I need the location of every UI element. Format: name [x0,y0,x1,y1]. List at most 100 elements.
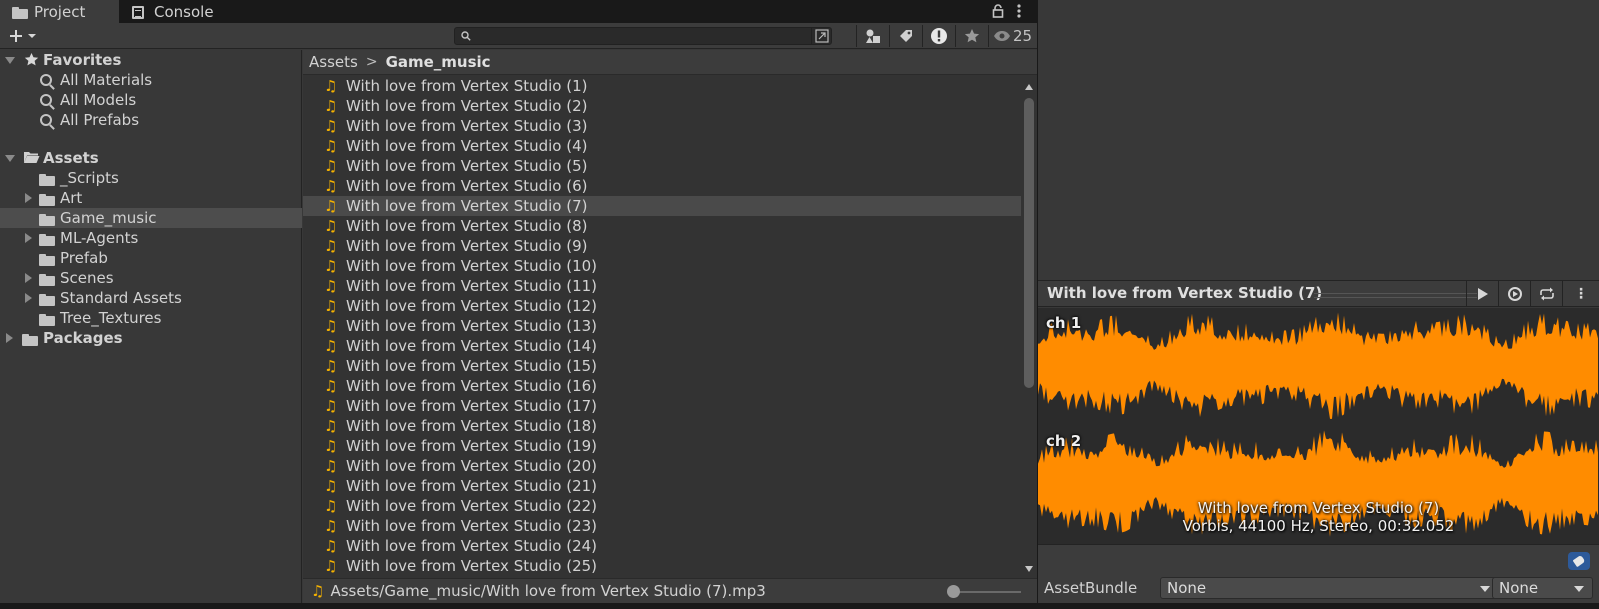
hidden-packages-toggle[interactable]: 25 [989,23,1035,49]
scroll-up-arrow-icon[interactable] [1025,84,1033,90]
audio-file-icon: ♫ [324,97,338,115]
filter-by-log-type-button[interactable] [923,23,955,49]
file-list-item[interactable]: ♫ With love from Vertex Studio (7) [303,196,1021,216]
filter-by-type-button[interactable] [857,23,889,49]
expand-arrow-icon[interactable] [5,57,15,64]
tab-project[interactable]: Project [0,0,119,23]
scroll-down-arrow-icon[interactable] [1025,566,1033,572]
breadcrumb-current[interactable]: Game_music [386,53,491,71]
plus-icon [10,30,36,42]
search-by-type-button[interactable] [811,27,831,45]
search-input[interactable] [454,27,832,45]
file-name: With love from Vertex Studio (4) [346,137,588,155]
file-name: With love from Vertex Studio (11) [346,277,598,295]
file-list-item[interactable]: ♫ With love from Vertex Studio (20) [303,456,1021,476]
file-list-item[interactable]: ♫ With love from Vertex Studio (1) [303,76,1021,96]
file-name: With love from Vertex Studio (7) [346,197,588,215]
filter-by-label-button[interactable] [890,23,922,49]
file-name: With love from Vertex Studio (23) [346,517,598,535]
tab-console[interactable]: Console [120,0,240,23]
tree-favorite-item[interactable]: All Prefabs [0,110,302,130]
tree-item-label: _Scripts [60,169,119,187]
preview-options-button[interactable]: ⋮ [1562,281,1599,307]
tree-item-label: Game_music [60,209,157,227]
loop-button[interactable] [1530,281,1562,307]
file-list-item[interactable]: ♫ With love from Vertex Studio (2) [303,96,1021,116]
tree-packages[interactable]: Packages [0,328,302,348]
audio-file-icon: ♫ [324,537,338,555]
tree-folder-game-music[interactable]: Game_music [0,208,302,228]
file-list-item[interactable]: ♫ With love from Vertex Studio (19) [303,436,1021,456]
tab-bar: Project Console [0,0,1037,23]
icon-size-slider-handle[interactable] [947,585,960,598]
tree-folder-tree-textures[interactable]: Tree_Textures [0,308,302,328]
file-list-item[interactable]: ♫ With love from Vertex Studio (14) [303,336,1021,356]
assetbundle-name-dropdown[interactable]: None [1160,577,1499,599]
star-icon [24,52,39,66]
play-button[interactable] [1466,281,1498,307]
file-name: With love from Vertex Studio (14) [346,337,598,355]
file-name: With love from Vertex Studio (20) [346,457,598,475]
vertical-scrollbar[interactable] [1021,76,1037,578]
file-list-item[interactable]: ♫ With love from Vertex Studio (8) [303,216,1021,236]
tree-folder-ml-agents[interactable]: ML-Agents [0,228,302,248]
tree-folder-art[interactable]: Art [0,188,302,208]
expand-arrow-icon[interactable] [25,273,32,283]
file-list-item[interactable]: ♫ With love from Vertex Studio (21) [303,476,1021,496]
file-list-item[interactable]: ♫ With love from Vertex Studio (23) [303,516,1021,536]
file-list-item[interactable]: ♫ With love from Vertex Studio (3) [303,116,1021,136]
preview-drag-handle[interactable] [1314,293,1477,298]
tree-favorites[interactable]: Favorites [0,50,302,70]
assetbundle-row: AssetBundle None None [1038,544,1599,603]
file-name: With love from Vertex Studio (17) [346,397,598,415]
expand-arrow-icon[interactable] [25,293,32,303]
expand-arrow-icon[interactable] [25,233,32,243]
file-list-item[interactable]: ♫ With love from Vertex Studio (24) [303,536,1021,556]
file-list-item[interactable]: ♫ With love from Vertex Studio (17) [303,396,1021,416]
file-list-item[interactable]: ♫ With love from Vertex Studio (22) [303,496,1021,516]
file-list-item[interactable]: ♫ With love from Vertex Studio (11) [303,276,1021,296]
console-icon [132,5,148,19]
lock-icon[interactable] [992,4,1004,22]
window-bottom-edge [0,603,1599,609]
tree-folder-scripts[interactable]: _Scripts [0,168,302,188]
preview-title: With love from Vertex Studio (7) [1047,284,1323,302]
tree-folder-prefab[interactable]: Prefab [0,248,302,268]
file-list-item[interactable]: ♫ With love from Vertex Studio (6) [303,176,1021,196]
file-list-item[interactable]: ♫ With love from Vertex Studio (4) [303,136,1021,156]
icon-size-slider-track[interactable] [953,591,1021,593]
search-icon [40,72,52,90]
tree-favorite-item[interactable]: All Materials [0,70,302,90]
auto-play-button[interactable] [1498,281,1530,307]
asset-labels-button[interactable] [1568,552,1590,570]
favorites-button[interactable] [956,23,988,49]
tree-item-label: Art [60,189,83,207]
file-list-item[interactable]: ♫ With love from Vertex Studio (16) [303,376,1021,396]
expand-arrow-icon[interactable] [25,193,32,203]
audio-file-icon: ♫ [324,177,338,195]
file-list-item[interactable]: ♫ With love from Vertex Studio (12) [303,296,1021,316]
file-list-item[interactable]: ♫ With love from Vertex Studio (10) [303,256,1021,276]
breadcrumb-assets[interactable]: Assets [309,53,358,71]
assetbundle-variant-dropdown[interactable]: None [1492,577,1593,599]
file-list-item[interactable]: ♫ With love from Vertex Studio (25) [303,556,1021,576]
tree-item-label: All Prefabs [60,111,140,129]
audio-file-icon: ♫ [324,357,338,375]
file-list-item[interactable]: ♫ With love from Vertex Studio (15) [303,356,1021,376]
file-list-item[interactable]: ♫ With love from Vertex Studio (13) [303,316,1021,336]
chevron-down-icon [1480,586,1490,592]
tree-folder-scenes[interactable]: Scenes [0,268,302,288]
tree-assets[interactable]: Assets [0,148,302,168]
file-list-item[interactable]: ♫ With love from Vertex Studio (18) [303,416,1021,436]
tree-folder-standard-assets[interactable]: Standard Assets [0,288,302,308]
audio-file-icon: ♫ [324,277,338,295]
expand-arrow-icon[interactable] [5,155,15,162]
more-options-icon[interactable] [1017,4,1021,22]
file-list-item[interactable]: ♫ With love from Vertex Studio (9) [303,236,1021,256]
folder-tree: Favorites All Materials All Models All P… [0,50,302,603]
file-list-item[interactable]: ♫ With love from Vertex Studio (5) [303,156,1021,176]
tree-favorite-item[interactable]: All Models [0,90,302,110]
scrollbar-thumb[interactable] [1024,98,1034,388]
create-button[interactable] [6,23,40,49]
expand-arrow-icon[interactable] [6,333,13,343]
